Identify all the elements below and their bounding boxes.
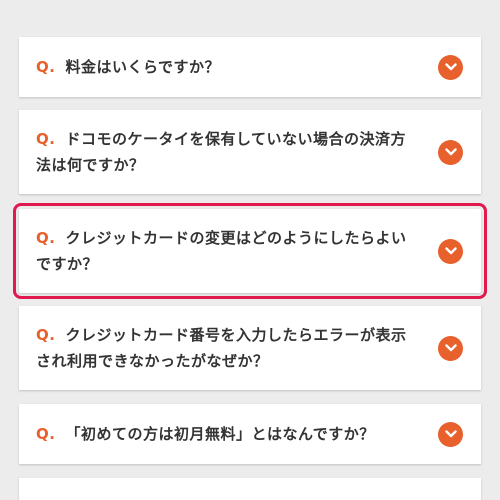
faq-question: Q. ドコモのケータイを保有していない場合の決済方法は何ですか？ <box>36 126 438 178</box>
faq-item-first-month-free[interactable]: Q. 「初めての方は初月無料」とはなんですか？ <box>19 404 481 464</box>
faq-list: Q. 料金はいくらですか？ Q. ドコモのケータイを保有していない場合の決済方法は何… <box>0 0 500 500</box>
faq-question-text: ドコモのケータイを保有していない場合の決済方法は何ですか？ <box>36 130 407 174</box>
faq-question-text: クレジットカード番号を入力したらエラーが表示され利用できなかったがなぜか？ <box>36 326 407 370</box>
faq-question-text: クレジットカードの変更はどのようにしたらよいですか？ <box>36 229 407 273</box>
chevron-down-icon[interactable] <box>438 139 463 165</box>
q-label: Q. <box>36 229 56 247</box>
faq-question: Q. クレジットカードの変更はどのようにしたらよいですか？ <box>36 225 438 277</box>
faq-question-text: 料金はいくらですか？ <box>65 58 221 76</box>
faq-item-card-error[interactable]: Q. クレジットカード番号を入力したらエラーが表示され利用できなかったがなぜか？ <box>19 306 481 390</box>
q-label: Q. <box>36 425 56 443</box>
faq-question: Q. 「初めての方は初月無料」とはなんですか？ <box>36 421 438 447</box>
faq-question-text: 「初めての方は初月無料」とはなんですか？ <box>65 425 375 443</box>
q-label: Q. <box>36 130 56 148</box>
faq-question: Q. クレジットカード番号を入力したらエラーが表示され利用できなかったがなぜか？ <box>36 322 438 374</box>
chevron-down-icon[interactable] <box>438 238 463 264</box>
chevron-down-icon[interactable] <box>438 335 463 361</box>
q-label: Q. <box>36 58 56 76</box>
faq-question: Q. 料金はいくらですか？ <box>36 54 438 80</box>
chevron-down-icon[interactable] <box>438 54 463 80</box>
faq-item-change-credit-card[interactable]: Q. クレジットカードの変更はどのようにしたらよいですか？ <box>13 203 487 299</box>
faq-item-pricing[interactable]: Q. 料金はいくらですか？ <box>19 37 481 97</box>
q-label: Q. <box>36 326 56 344</box>
faq-item-partial[interactable] <box>19 478 481 500</box>
chevron-down-icon[interactable] <box>438 421 463 447</box>
faq-item-payment-method[interactable]: Q. ドコモのケータイを保有していない場合の決済方法は何ですか？ <box>19 110 481 194</box>
